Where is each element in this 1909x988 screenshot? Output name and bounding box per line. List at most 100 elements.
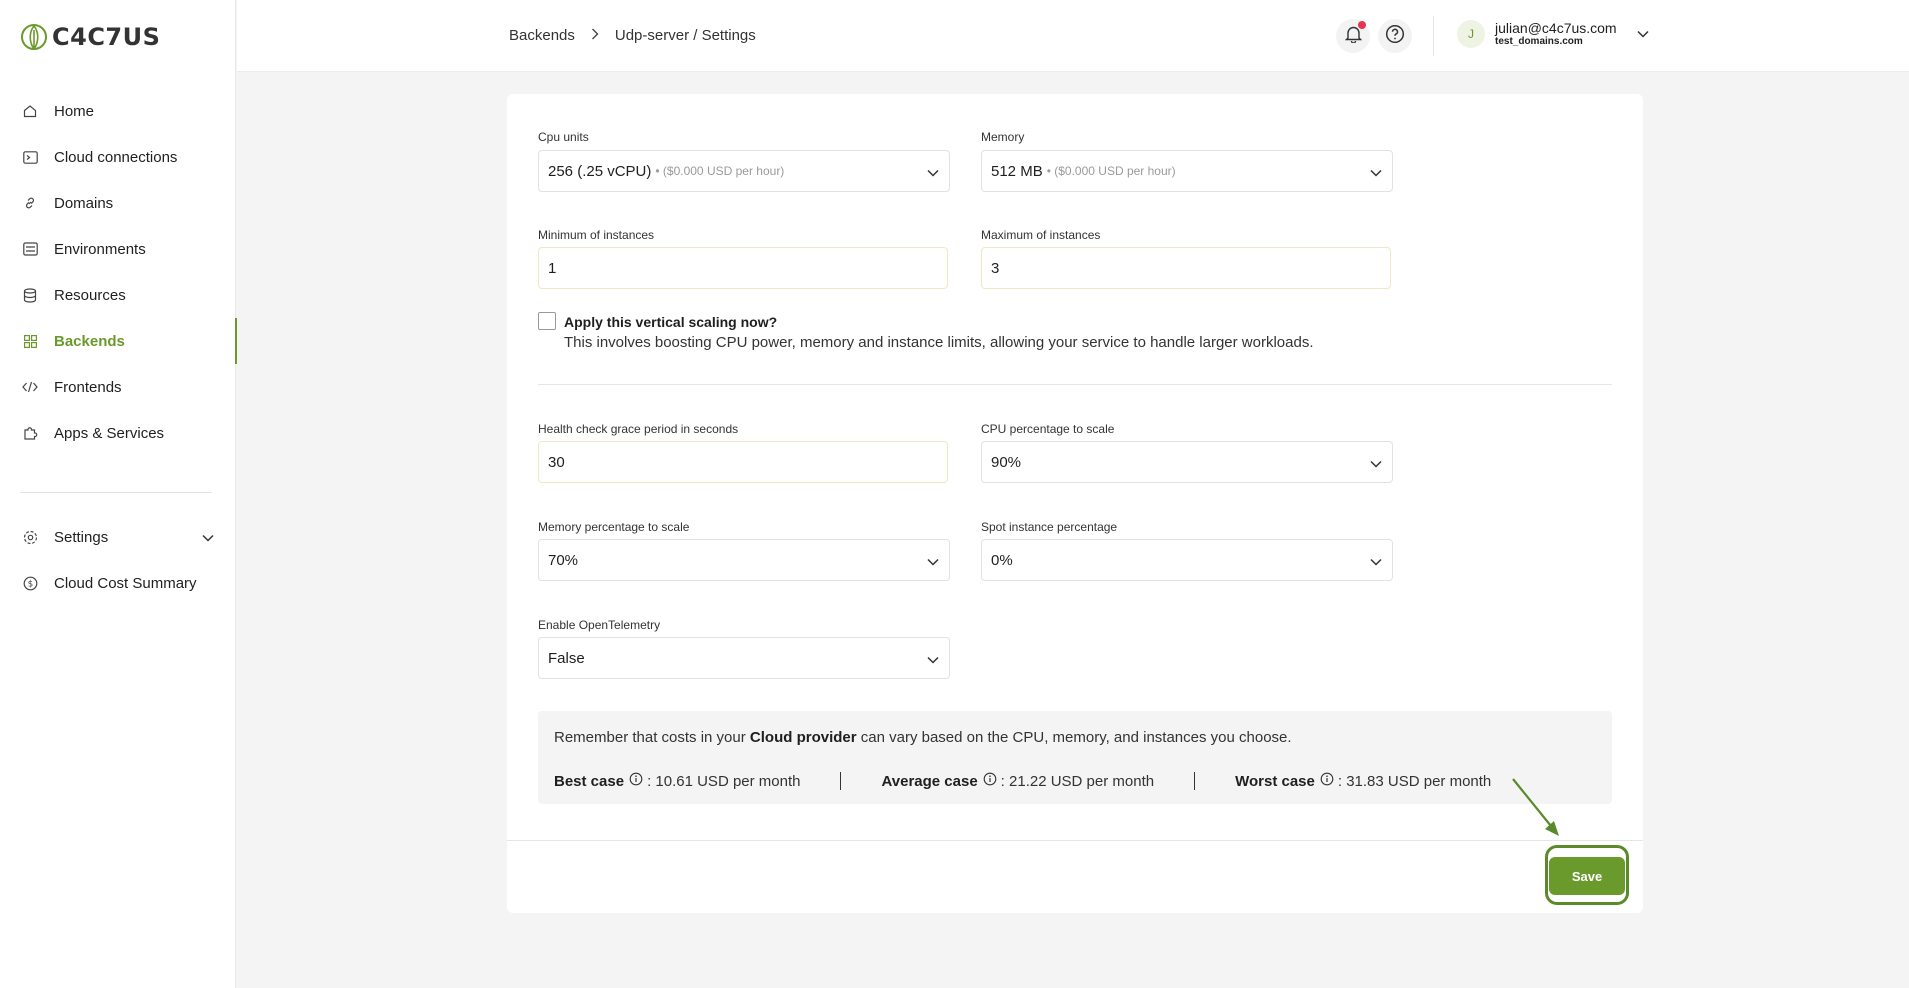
min-instances-input[interactable]: 1 xyxy=(538,247,948,289)
sidebar-item-resources[interactable]: Resources xyxy=(0,272,236,318)
logo[interactable]: C4C7US xyxy=(20,22,160,52)
spot-instance-select[interactable]: 0% xyxy=(981,539,1393,581)
cost-cases: Best case : 10.61 USD per month Average … xyxy=(554,772,1491,790)
notification-badge xyxy=(1358,21,1366,29)
best-case-label: Best case xyxy=(554,772,625,790)
chevron-down-icon[interactable] xyxy=(1637,25,1649,43)
cost-note-prefix: Remember that costs in your xyxy=(554,729,746,746)
sidebar-item-apps-services[interactable]: Apps & Services xyxy=(0,410,236,456)
gear-icon xyxy=(22,529,38,545)
info-icon[interactable] xyxy=(1320,772,1334,790)
sidebar-item-cloud-connections[interactable]: Cloud connections xyxy=(0,134,236,180)
header-divider xyxy=(1433,16,1434,56)
average-case: Average case : 21.22 USD per month xyxy=(881,772,1154,790)
save-button[interactable]: Save xyxy=(1549,857,1625,895)
memory-label: Memory xyxy=(981,130,1025,144)
chevron-down-icon xyxy=(1370,455,1382,472)
cpu-units-label: Cpu units xyxy=(538,130,589,144)
cpu-units-value: 256 (.25 vCPU) xyxy=(548,162,652,180)
health-grace-value: 30 xyxy=(548,453,565,471)
max-instances-value: 3 xyxy=(991,259,1000,277)
sidebar-item-cloud-cost-summary[interactable]: $ Cloud Cost Summary xyxy=(0,560,236,606)
min-instances-label: Minimum of instances xyxy=(538,228,655,242)
memory-percentage-select[interactable]: 70% xyxy=(538,539,950,581)
user-menu[interactable]: J julian@c4c7us.com test_domains.com xyxy=(1457,20,1649,48)
chevron-down-icon[interactable] xyxy=(202,529,214,546)
leaf-logo-icon xyxy=(21,24,47,50)
sidebar-item-label: Resources xyxy=(54,286,126,304)
terminal-icon xyxy=(22,149,38,165)
vertical-scaling-description: This involves boosting CPU power, memory… xyxy=(564,334,1314,351)
sidebar: C4C7US Home Cloud connections Domains En… xyxy=(0,0,237,988)
sidebar-item-label: Apps & Services xyxy=(54,424,165,442)
breadcrumb: Backends Udp-server / Settings xyxy=(509,27,756,44)
sidebar-item-frontends[interactable]: Frontends xyxy=(0,364,236,410)
opentelemetry-select[interactable]: False xyxy=(538,637,950,679)
sidebar-item-home[interactable]: Home xyxy=(0,88,236,134)
memory-cost: • ($0.000 USD per hour) xyxy=(1046,164,1176,178)
chevron-down-icon xyxy=(927,553,939,570)
vertical-scaling-checkbox[interactable] xyxy=(538,312,556,330)
section-divider xyxy=(538,384,1612,385)
user-info: julian@c4c7us.com test_domains.com xyxy=(1495,20,1617,48)
user-email: julian@c4c7us.com xyxy=(1495,20,1617,36)
svg-text:$: $ xyxy=(27,579,32,589)
secondary-nav: Settings $ Cloud Cost Summary xyxy=(0,514,236,606)
breadcrumb-current: Udp-server / Settings xyxy=(614,27,756,44)
info-icon[interactable] xyxy=(629,772,643,790)
sidebar-item-backends[interactable]: Backends xyxy=(0,318,237,364)
help-button[interactable] xyxy=(1378,19,1412,53)
chevron-down-icon xyxy=(1370,164,1382,181)
chevron-down-icon xyxy=(927,651,939,668)
cost-estimate-box: Remember that costs in your Cloud provid… xyxy=(538,711,1612,804)
min-instances-value: 1 xyxy=(548,259,557,277)
home-icon xyxy=(22,103,38,119)
sidebar-item-settings[interactable]: Settings xyxy=(0,514,236,560)
avatar: J xyxy=(1457,20,1485,48)
sidebar-item-domains[interactable]: Domains xyxy=(0,180,236,226)
spot-instance-value: 0% xyxy=(991,551,1013,569)
worst-case-value: : 31.83 USD per month xyxy=(1337,772,1492,790)
link-icon xyxy=(22,195,38,211)
worst-case: Worst case : 31.83 USD per month xyxy=(1235,772,1491,790)
code-icon xyxy=(22,379,38,395)
sidebar-item-environments[interactable]: Environments xyxy=(0,226,236,272)
average-case-label: Average case xyxy=(881,772,978,790)
memory-value: 512 MB xyxy=(991,162,1043,180)
opentelemetry-value: False xyxy=(548,649,585,667)
cpu-percentage-select[interactable]: 90% xyxy=(981,441,1393,483)
chevron-down-icon xyxy=(1370,553,1382,570)
memory-percentage-value: 70% xyxy=(548,551,579,569)
health-grace-input[interactable]: 30 xyxy=(538,441,948,483)
cost-separator xyxy=(840,772,842,790)
max-instances-input[interactable]: 3 xyxy=(981,247,1391,289)
footer-divider xyxy=(507,840,1643,841)
cpu-units-select[interactable]: 256 (.25 vCPU) • ($0.000 USD per hour) xyxy=(538,150,950,192)
sidebar-item-label: Settings xyxy=(54,528,109,546)
memory-select[interactable]: 512 MB • ($0.000 USD per hour) xyxy=(981,150,1393,192)
sidebar-item-label: Cloud Cost Summary xyxy=(54,574,197,592)
notifications-button[interactable] xyxy=(1336,19,1370,53)
max-instances-label: Maximum of instances xyxy=(981,228,1101,242)
best-case-value: : 10.61 USD per month xyxy=(647,772,801,790)
main-nav: Home Cloud connections Domains Environme… xyxy=(0,88,237,456)
cpu-units-cost: • ($0.000 USD per hour) xyxy=(655,164,785,178)
chevron-right-icon xyxy=(591,27,599,44)
user-domain: test_domains.com xyxy=(1495,36,1583,47)
breadcrumb-backends-link[interactable]: Backends xyxy=(509,27,575,44)
best-case: Best case : 10.61 USD per month xyxy=(554,772,800,790)
dollar-icon: $ xyxy=(22,575,38,591)
cpu-percentage-label: CPU percentage to scale xyxy=(981,422,1115,436)
layers-icon xyxy=(22,241,38,257)
database-icon xyxy=(22,287,38,303)
header-actions xyxy=(1336,19,1412,53)
chevron-down-icon xyxy=(927,164,939,181)
health-grace-label: Health check grace period in seconds xyxy=(538,422,739,436)
info-icon[interactable] xyxy=(983,772,997,790)
sidebar-divider xyxy=(20,492,212,493)
cpu-percentage-value: 90% xyxy=(991,453,1022,471)
cost-note-suffix: can vary based on the CPU, memory, and i… xyxy=(860,729,1292,746)
average-case-value: : 21.22 USD per month xyxy=(1000,772,1155,790)
vertical-scaling-title: Apply this vertical scaling now? xyxy=(564,314,778,330)
arrow-pointer-icon xyxy=(1512,778,1559,836)
